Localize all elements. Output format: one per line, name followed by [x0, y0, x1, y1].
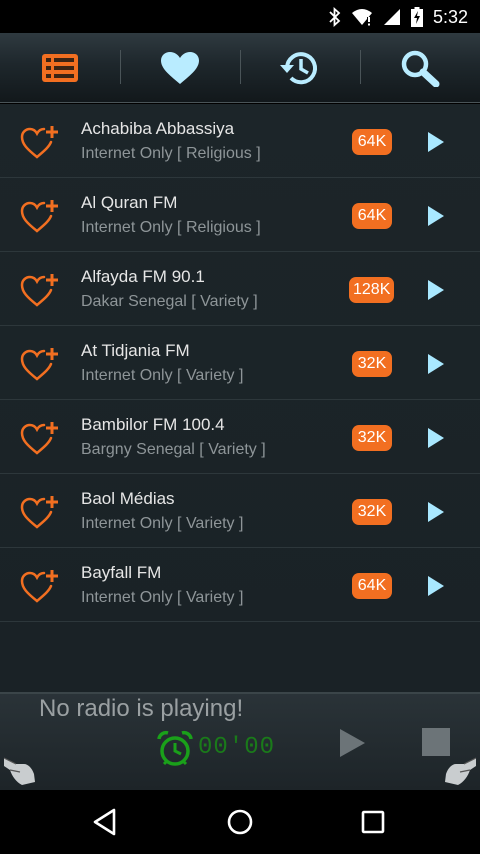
station-name: Al Quran FM	[81, 193, 178, 212]
signal-icon	[383, 9, 400, 25]
sleep-timer: 00'00	[198, 734, 276, 761]
status-time: 5:32	[432, 6, 468, 27]
list-item[interactable]: Achabiba Abbassiya Internet Only [ Relig…	[0, 104, 480, 178]
bitrate-badge: 32K	[352, 499, 392, 525]
play-icon[interactable]	[427, 353, 445, 375]
add-favorite-icon[interactable]	[20, 420, 60, 456]
navigation-bar	[0, 790, 480, 854]
bitrate-badge: 64K	[352, 573, 392, 599]
status-bar: 5:32	[0, 0, 480, 33]
recents-icon[interactable]	[357, 806, 389, 838]
tab-history[interactable]	[240, 33, 360, 103]
player-panel: No radio is playing! 00'00	[0, 692, 480, 790]
home-icon[interactable]	[224, 806, 256, 838]
bitrate-badge: 64K	[352, 129, 392, 155]
bitrate-badge: 128K	[349, 277, 395, 303]
tab-favorites[interactable]	[120, 33, 240, 103]
list-item[interactable]: Al Quran FM Internet Only [ Religious ] …	[0, 178, 480, 252]
alarm-clock-icon[interactable]	[156, 730, 194, 768]
station-name: Bayfall FM	[81, 563, 162, 582]
list-item[interactable]: Bayfall FM Internet Only [ Variety ] 64K	[0, 548, 480, 622]
station-info: Internet Only [ Religious ]	[81, 219, 261, 236]
station-info: Bargny Senegal [ Variety ]	[81, 441, 266, 458]
bluetooth-icon	[329, 7, 341, 27]
hand-left-icon[interactable]	[2, 752, 38, 788]
station-info: Internet Only [ Variety ]	[81, 367, 244, 384]
tab-station-list[interactable]	[0, 33, 120, 103]
play-icon[interactable]	[427, 131, 445, 153]
list-item[interactable]: Alfayda FM 90.1 Dakar Senegal [ Variety …	[0, 252, 480, 326]
list-item[interactable]: At Tidjania FM Internet Only [ Variety ]…	[0, 326, 480, 400]
add-favorite-icon[interactable]	[20, 124, 60, 160]
player-play-icon[interactable]	[338, 728, 366, 758]
station-info: Internet Only [ Religious ]	[81, 145, 261, 162]
search-icon	[401, 50, 440, 87]
battery-charging-icon	[410, 7, 423, 27]
list-item[interactable]: Baol Médias Internet Only [ Variety ] 32…	[0, 474, 480, 548]
add-favorite-icon[interactable]	[20, 568, 60, 604]
wifi-icon	[351, 9, 372, 26]
heart-icon	[161, 52, 199, 84]
station-info: Internet Only [ Variety ]	[81, 589, 244, 606]
station-info: Dakar Senegal [ Variety ]	[81, 293, 258, 310]
back-icon[interactable]	[90, 806, 122, 838]
add-favorite-icon[interactable]	[20, 346, 60, 382]
toolbar	[0, 33, 480, 103]
station-info: Internet Only [ Variety ]	[81, 515, 244, 532]
add-favorite-icon[interactable]	[20, 272, 60, 308]
station-list: Achabiba Abbassiya Internet Only [ Relig…	[0, 104, 480, 692]
bitrate-badge: 32K	[352, 351, 392, 377]
station-name: Alfayda FM 90.1	[81, 267, 205, 286]
bitrate-badge: 32K	[352, 425, 392, 451]
play-icon[interactable]	[427, 205, 445, 227]
station-name: Baol Médias	[81, 489, 175, 508]
play-icon[interactable]	[427, 427, 445, 449]
station-name: Bambilor FM 100.4	[81, 415, 225, 434]
player-status: No radio is playing!	[39, 695, 244, 722]
bitrate-badge: 64K	[352, 203, 392, 229]
history-icon	[280, 52, 317, 85]
list-icon	[42, 54, 78, 82]
play-icon[interactable]	[427, 279, 445, 301]
status-icons: 5:32	[329, 6, 468, 28]
list-item[interactable]: Bambilor FM 100.4 Bargny Senegal [ Varie…	[0, 400, 480, 474]
play-icon[interactable]	[427, 501, 445, 523]
add-favorite-icon[interactable]	[20, 494, 60, 530]
add-favorite-icon[interactable]	[20, 198, 60, 234]
play-icon[interactable]	[427, 575, 445, 597]
station-name: Achabiba Abbassiya	[81, 119, 235, 138]
tab-search[interactable]	[360, 33, 480, 103]
hand-right-icon[interactable]	[442, 752, 478, 788]
station-name: At Tidjania FM	[81, 341, 190, 360]
